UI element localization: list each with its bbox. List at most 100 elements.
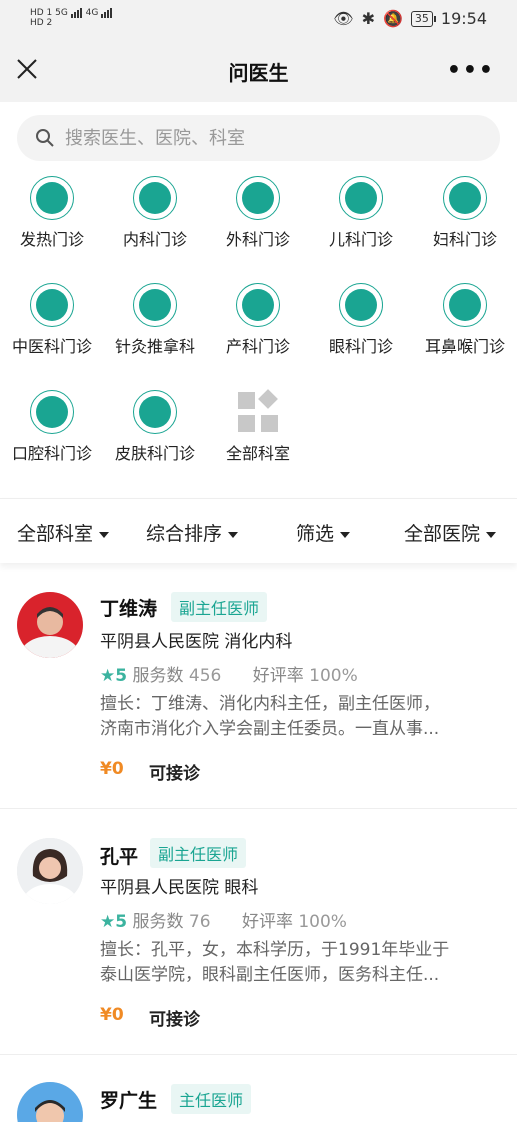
- status-bar: HD 1 5G 4G HD 2 👁 ✱ 🔕 35 19:54: [0, 0, 517, 40]
- grid-icon: [236, 389, 280, 434]
- dept-dental[interactable]: 口腔科门诊: [0, 384, 104, 464]
- dept-label: 儿科门诊: [328, 230, 393, 249]
- filter-label: 全部医院: [404, 523, 481, 545]
- rating: 5: [115, 912, 128, 932]
- dept-label: 眼科门诊: [328, 337, 393, 356]
- hd2-label: HD 2: [30, 18, 53, 28]
- status-right: 👁 ✱ 🔕 35 19:54: [333, 9, 487, 28]
- battery-icon: 35: [410, 10, 436, 27]
- dept-fever[interactable]: 发热门诊: [0, 170, 104, 250]
- avatar: [17, 838, 83, 904]
- doctor-title-badge: 主任医师: [171, 1084, 252, 1114]
- doctor-card[interactable]: 罗广生 主任医师: [0, 1070, 517, 1122]
- doctor-hospital: 平阴县人民医院 眼科: [100, 878, 259, 898]
- dept-all[interactable]: 全部科室: [206, 384, 310, 464]
- filter-label: 综合排序: [146, 523, 223, 545]
- caret-down-icon: [340, 531, 351, 538]
- acupuncture-icon: [133, 283, 177, 327]
- dept-label: 全部科室: [225, 444, 290, 463]
- filter-hospital[interactable]: 全部医院: [404, 519, 497, 546]
- dept-label: 中医科门诊: [11, 337, 92, 356]
- praise-label: 好评率: [241, 912, 293, 932]
- doctor-description: 擅长：丁维涛、消化内科主任，副主任医师， 济南市消化介入学会副主任委员。一直从事…: [100, 692, 495, 742]
- doctor-card[interactable]: 孔平 副主任医师 平阴县人民医院 眼科 ★5 服务数 76 好评率 100% 擅…: [0, 824, 517, 1054]
- doctor-card[interactable]: 丁维涛 副主任医师 平阴县人民医院 消化内科 ★5 服务数 456 好评率 10…: [0, 580, 517, 808]
- search-bar[interactable]: [17, 115, 500, 161]
- filter-bar: 全部科室 综合排序 筛选 全部医院: [0, 498, 517, 563]
- filter-sort[interactable]: 综合排序: [146, 519, 239, 546]
- mute-icon: 🔕: [382, 9, 403, 28]
- doctor-name: 丁维涛: [100, 598, 158, 620]
- search-icon: [36, 129, 54, 147]
- dermatology-icon: [133, 390, 177, 434]
- surgery-icon: [236, 176, 280, 220]
- pediatrics-icon: [339, 176, 383, 220]
- rating: 5: [115, 666, 128, 686]
- signal-indicators: HD 1 5G 4G HD 2: [30, 8, 113, 28]
- caret-down-icon: [99, 531, 110, 538]
- dept-label: 针灸推拿科: [114, 337, 195, 356]
- praise-rate: 100%: [309, 666, 358, 686]
- doctor-description: 擅长：孔平，女，本科学历，于1991年毕业于 泰山医学院，眼科副主任医师，医务科…: [100, 938, 495, 988]
- praise-rate: 100%: [298, 912, 347, 932]
- caret-down-icon: [486, 531, 497, 538]
- dept-gynecology[interactable]: 妇科门诊: [413, 170, 517, 250]
- dept-ent[interactable]: 耳鼻喉门诊: [413, 277, 517, 357]
- gynecology-icon: [443, 176, 487, 220]
- dept-label: 口腔科门诊: [11, 444, 92, 463]
- dept-tcm[interactable]: 中医科门诊: [0, 277, 104, 357]
- description-line: 济南市消化介入学会副主任委员。一直从事...: [100, 719, 440, 739]
- star-icon: ★: [100, 666, 116, 686]
- service-label: 服务数: [132, 912, 184, 932]
- avatar: [17, 1082, 83, 1122]
- price: ¥0: [100, 759, 124, 779]
- hd1-label: HD 1: [30, 8, 53, 18]
- signal-icon-2: [101, 8, 113, 18]
- service-count: 456: [188, 666, 222, 686]
- star-icon: ★: [100, 912, 116, 932]
- filter-screen[interactable]: 筛选: [296, 519, 351, 546]
- divider: [0, 1054, 517, 1055]
- ent-icon: [443, 283, 487, 327]
- doctor-name: 孔平: [100, 846, 139, 868]
- price: ¥0: [100, 1005, 124, 1025]
- dept-label: 发热门诊: [19, 230, 84, 249]
- bluetooth-icon: ✱: [361, 9, 375, 28]
- more-icon[interactable]: •••: [447, 58, 495, 83]
- doctor-name: 罗广生: [100, 1090, 158, 1112]
- service-count: 76: [188, 912, 211, 932]
- dept-ophthalmology[interactable]: 眼科门诊: [309, 277, 413, 357]
- internal-medicine-icon: [133, 176, 177, 220]
- praise-label: 好评率: [252, 666, 304, 686]
- dept-label: 外科门诊: [225, 230, 290, 249]
- net2-label: 4G: [85, 8, 99, 18]
- filter-label: 筛选: [296, 523, 335, 545]
- divider: [0, 808, 517, 809]
- clock: 19:54: [440, 9, 487, 28]
- availability: 可接诊: [149, 1010, 200, 1030]
- dept-label: 耳鼻喉门诊: [424, 337, 505, 356]
- search-input[interactable]: [63, 126, 467, 150]
- ophthalmology-icon: [339, 283, 383, 327]
- dept-label: 皮肤科门诊: [114, 444, 195, 463]
- eye-icon: 👁: [333, 9, 354, 28]
- doctor-stats: ★5 服务数 456 好评率 100%: [100, 661, 358, 686]
- dept-pediatrics[interactable]: 儿科门诊: [309, 170, 413, 250]
- tcm-icon: [30, 283, 74, 327]
- fever-clinic-icon: [30, 176, 74, 220]
- nav-bar: 问医生 •••: [0, 40, 517, 102]
- doctor-title-badge: 副主任医师: [171, 592, 268, 622]
- doctor-stats: ★5 服务数 76 好评率 100%: [100, 907, 347, 932]
- dept-acupuncture[interactable]: 针灸推拿科: [103, 277, 207, 357]
- dept-label: 内科门诊: [122, 230, 187, 249]
- service-label: 服务数: [132, 666, 184, 686]
- dental-icon: [30, 390, 74, 434]
- dept-surgery[interactable]: 外科门诊: [206, 170, 310, 250]
- dept-obstetrics[interactable]: 产科门诊: [206, 277, 310, 357]
- filter-department[interactable]: 全部科室: [17, 519, 110, 546]
- dept-internal[interactable]: 内科门诊: [103, 170, 207, 250]
- dept-dermatology[interactable]: 皮肤科门诊: [103, 384, 207, 464]
- availability: 可接诊: [149, 764, 200, 784]
- signal-icon: [70, 8, 83, 18]
- dept-label: 产科门诊: [225, 337, 290, 356]
